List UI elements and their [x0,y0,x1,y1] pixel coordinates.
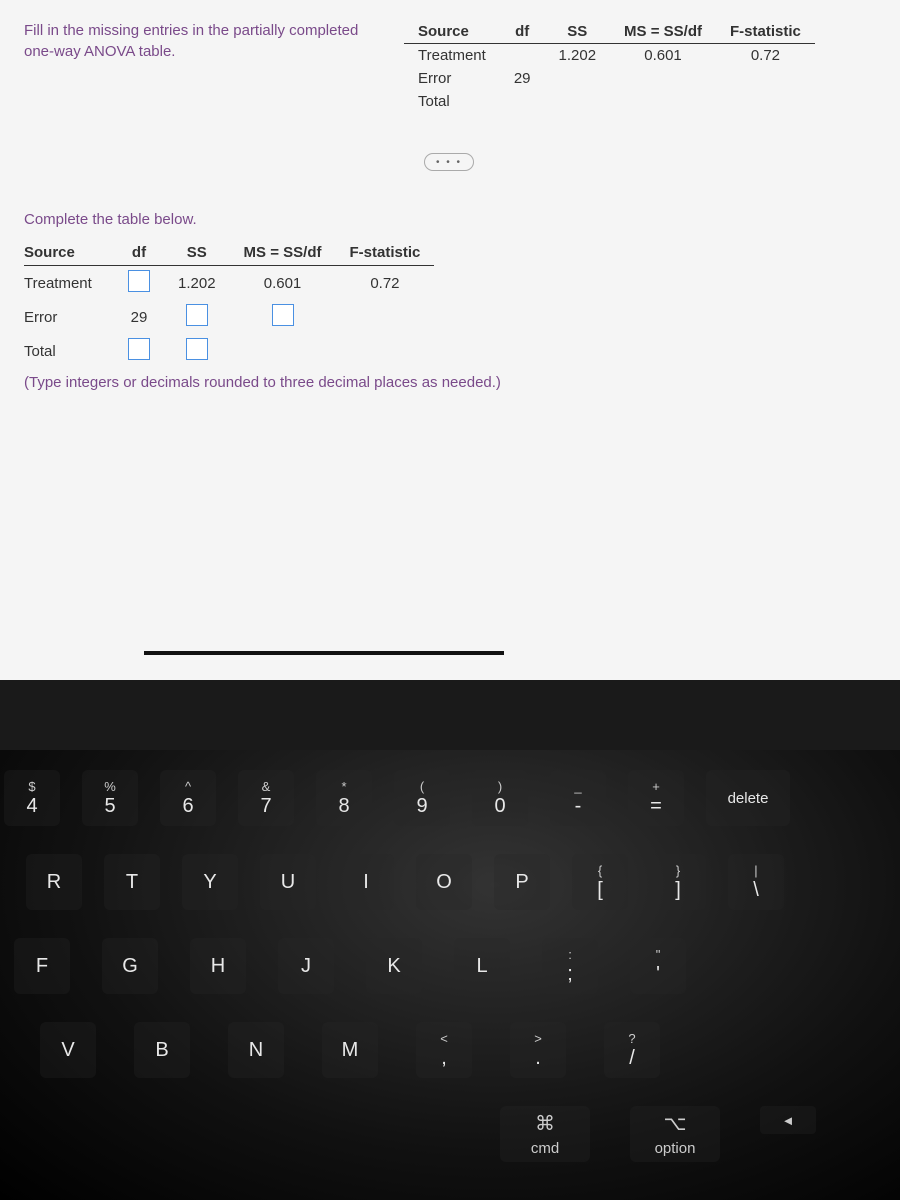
reference-anova-table: Source df SS MS = SS/df F-statistic Trea… [404,20,815,113]
key-leftbracket[interactable]: {[ [572,854,628,910]
total-df-input[interactable] [128,338,150,360]
key-l[interactable]: L [454,938,510,994]
key-9[interactable]: (9 [394,770,450,826]
key-5[interactable]: %5 [82,770,138,826]
key-4[interactable]: $4 [4,770,60,826]
table-row: Error 29 [24,300,434,334]
rounding-hint: (Type integers or decimals rounded to th… [24,374,876,391]
key-comma[interactable]: <, [416,1022,472,1078]
more-button[interactable]: • • • [424,153,474,171]
col-ss: SS [545,20,611,44]
editable-anova-table: Source df SS MS = SS/df F-statistic Trea… [24,240,876,368]
table-row: Total [24,334,434,368]
col-f: F-statistic [335,240,434,266]
key-o[interactable]: O [416,854,472,910]
physical-keyboard: $4 %5 ^6 &7 *8 (9 )0 _- += delete R T Y … [0,750,900,1200]
key-slash[interactable]: ?/ [604,1022,660,1078]
key-7[interactable]: &7 [238,770,294,826]
key-y[interactable]: Y [182,854,238,910]
arrow-left-icon: ◄ [782,1113,795,1128]
table-row: Treatment 1.202 0.601 0.72 [24,266,434,301]
key-r[interactable]: R [26,854,82,910]
error-ms-input[interactable] [272,304,294,326]
key-semicolon[interactable]: :; [542,938,598,994]
key-delete[interactable]: delete [706,770,790,826]
problem-screen: Fill in the missing entries in the parti… [0,0,900,680]
key-t[interactable]: T [104,854,160,910]
key-equals[interactable]: += [628,770,684,826]
key-option[interactable]: ⌥ option [630,1106,720,1162]
col-df: df [500,20,545,44]
table-row: Total [404,90,815,113]
col-ms: MS = SS/df [610,20,716,44]
col-ms: MS = SS/df [230,240,336,266]
key-f[interactable]: F [14,938,70,994]
col-f: F-statistic [716,20,815,44]
subheading: Complete the table below. [24,211,876,228]
key-m[interactable]: M [322,1022,378,1078]
instruction-text: Fill in the missing entries in the parti… [24,20,384,113]
key-0[interactable]: )0 [472,770,528,826]
key-u[interactable]: U [260,854,316,910]
key-p[interactable]: P [494,854,550,910]
key-n[interactable]: N [228,1022,284,1078]
key-v[interactable]: V [40,1022,96,1078]
table-row: Error 29 [404,67,815,90]
table-row: Treatment 1.202 0.601 0.72 [404,44,815,68]
key-6[interactable]: ^6 [160,770,216,826]
col-ss: SS [164,240,230,266]
key-i[interactable]: I [338,854,394,910]
col-source: Source [404,20,500,44]
key-minus[interactable]: _- [550,770,606,826]
key-b[interactable]: B [134,1022,190,1078]
option-icon: ⌥ [663,1111,686,1136]
key-8[interactable]: *8 [316,770,372,826]
cmd-icon: ⌘ [535,1111,555,1136]
col-df: df [114,240,164,266]
key-arrow-left[interactable]: ◄ [760,1106,816,1134]
scroll-indicator [144,651,504,655]
treatment-df-input[interactable] [128,270,150,292]
key-period[interactable]: >. [510,1022,566,1078]
key-backslash[interactable]: |\ [728,854,784,910]
key-k[interactable]: K [366,938,422,994]
key-cmd[interactable]: ⌘ cmd [500,1106,590,1162]
total-ss-input[interactable] [186,338,208,360]
key-g[interactable]: G [102,938,158,994]
error-ss-input[interactable] [186,304,208,326]
key-h[interactable]: H [190,938,246,994]
col-source: Source [24,240,114,266]
key-j[interactable]: J [278,938,334,994]
key-quote[interactable]: "' [630,938,686,994]
key-rightbracket[interactable]: }] [650,854,706,910]
